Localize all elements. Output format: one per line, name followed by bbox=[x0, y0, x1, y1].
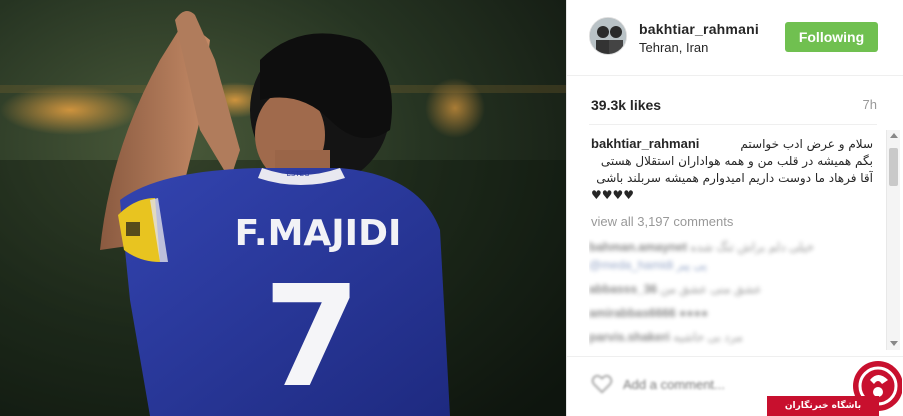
caption-username[interactable]: bakhtiar_rahmani bbox=[591, 136, 699, 151]
comment-item: @meda_hamidi پی پیر bbox=[589, 258, 873, 276]
like-heart-icon[interactable] bbox=[591, 373, 613, 395]
divider bbox=[589, 124, 877, 125]
post-time[interactable]: 7h bbox=[863, 97, 877, 112]
comment-username[interactable]: bahman.amaynet bbox=[589, 240, 687, 254]
player-image: F.MAJIDI 7 ESTEG bbox=[0, 0, 566, 416]
post-header: bakhtiar_rahmani Tehran, Iran Following bbox=[567, 0, 903, 76]
add-comment-input[interactable] bbox=[623, 373, 823, 395]
avatar-image bbox=[590, 18, 626, 54]
comment-text: ●●●● bbox=[679, 306, 709, 320]
comment-item: parvis.shakeri مرد بی حاشیه bbox=[589, 330, 873, 347]
instagram-post-view: F.MAJIDI 7 ESTEG bakhtiar_rahmani Tehran… bbox=[0, 0, 903, 416]
comment-text: مرد بی حاشیه bbox=[673, 330, 743, 344]
comment-username[interactable]: amirabbas6666 bbox=[589, 306, 676, 320]
post-photo[interactable]: F.MAJIDI 7 ESTEG bbox=[0, 0, 566, 416]
collar-text: ESTEG bbox=[287, 170, 310, 178]
comment-item: abbasss_36 عشق منی عشق من bbox=[589, 282, 873, 300]
comments-list: bakhtiar_rahmani سلام و عرض ادب خواستم ب… bbox=[589, 132, 873, 347]
comment-text: @meda_hamidi پی پیر bbox=[589, 258, 707, 272]
view-all-comments-link[interactable]: view all 3,197 comments bbox=[591, 214, 733, 229]
comment-username[interactable]: abbasss_36 bbox=[589, 282, 657, 296]
comment-text: خیلی دلم براش تنگ شده bbox=[690, 240, 815, 254]
comment-text: عشق منی عشق من bbox=[660, 282, 762, 296]
comments-scrollbar[interactable] bbox=[886, 130, 900, 350]
author-location[interactable]: Tehran, Iran bbox=[639, 40, 708, 55]
scroll-up-arrow-icon[interactable] bbox=[890, 133, 898, 138]
avatar[interactable] bbox=[589, 17, 627, 55]
caption-hearts: ♥♥♥♥ bbox=[591, 188, 635, 202]
caption-line-2: بگم همیشه در قلب من و همه هواداران استقل… bbox=[600, 154, 873, 168]
scroll-thumb[interactable] bbox=[889, 148, 898, 186]
comment-item: amirabbas6666 ●●●● bbox=[589, 306, 873, 324]
watermark-text: باشگاه خبرنگاران bbox=[767, 396, 879, 416]
scroll-down-arrow-icon[interactable] bbox=[890, 341, 898, 346]
following-button[interactable]: Following bbox=[785, 22, 878, 52]
caption-line-3: آقا فرهاد ما دوست داریم امیدوارم همیشه س… bbox=[596, 171, 873, 185]
jersey-number: 7 bbox=[263, 256, 360, 416]
author-username[interactable]: bakhtiar_rahmani bbox=[639, 21, 759, 37]
comment-item: bahman.amaynet خیلی دلم براش تنگ شده bbox=[589, 240, 873, 258]
comment-username[interactable]: parvis.shakeri bbox=[589, 330, 670, 344]
jersey-name: F.MAJIDI bbox=[235, 213, 402, 254]
caption-line-1: سلام و عرض ادب خواستم bbox=[740, 137, 873, 151]
post-details-panel: bakhtiar_rahmani Tehran, Iran Following … bbox=[566, 0, 903, 416]
likes-count[interactable]: 39.3k likes bbox=[591, 97, 661, 113]
